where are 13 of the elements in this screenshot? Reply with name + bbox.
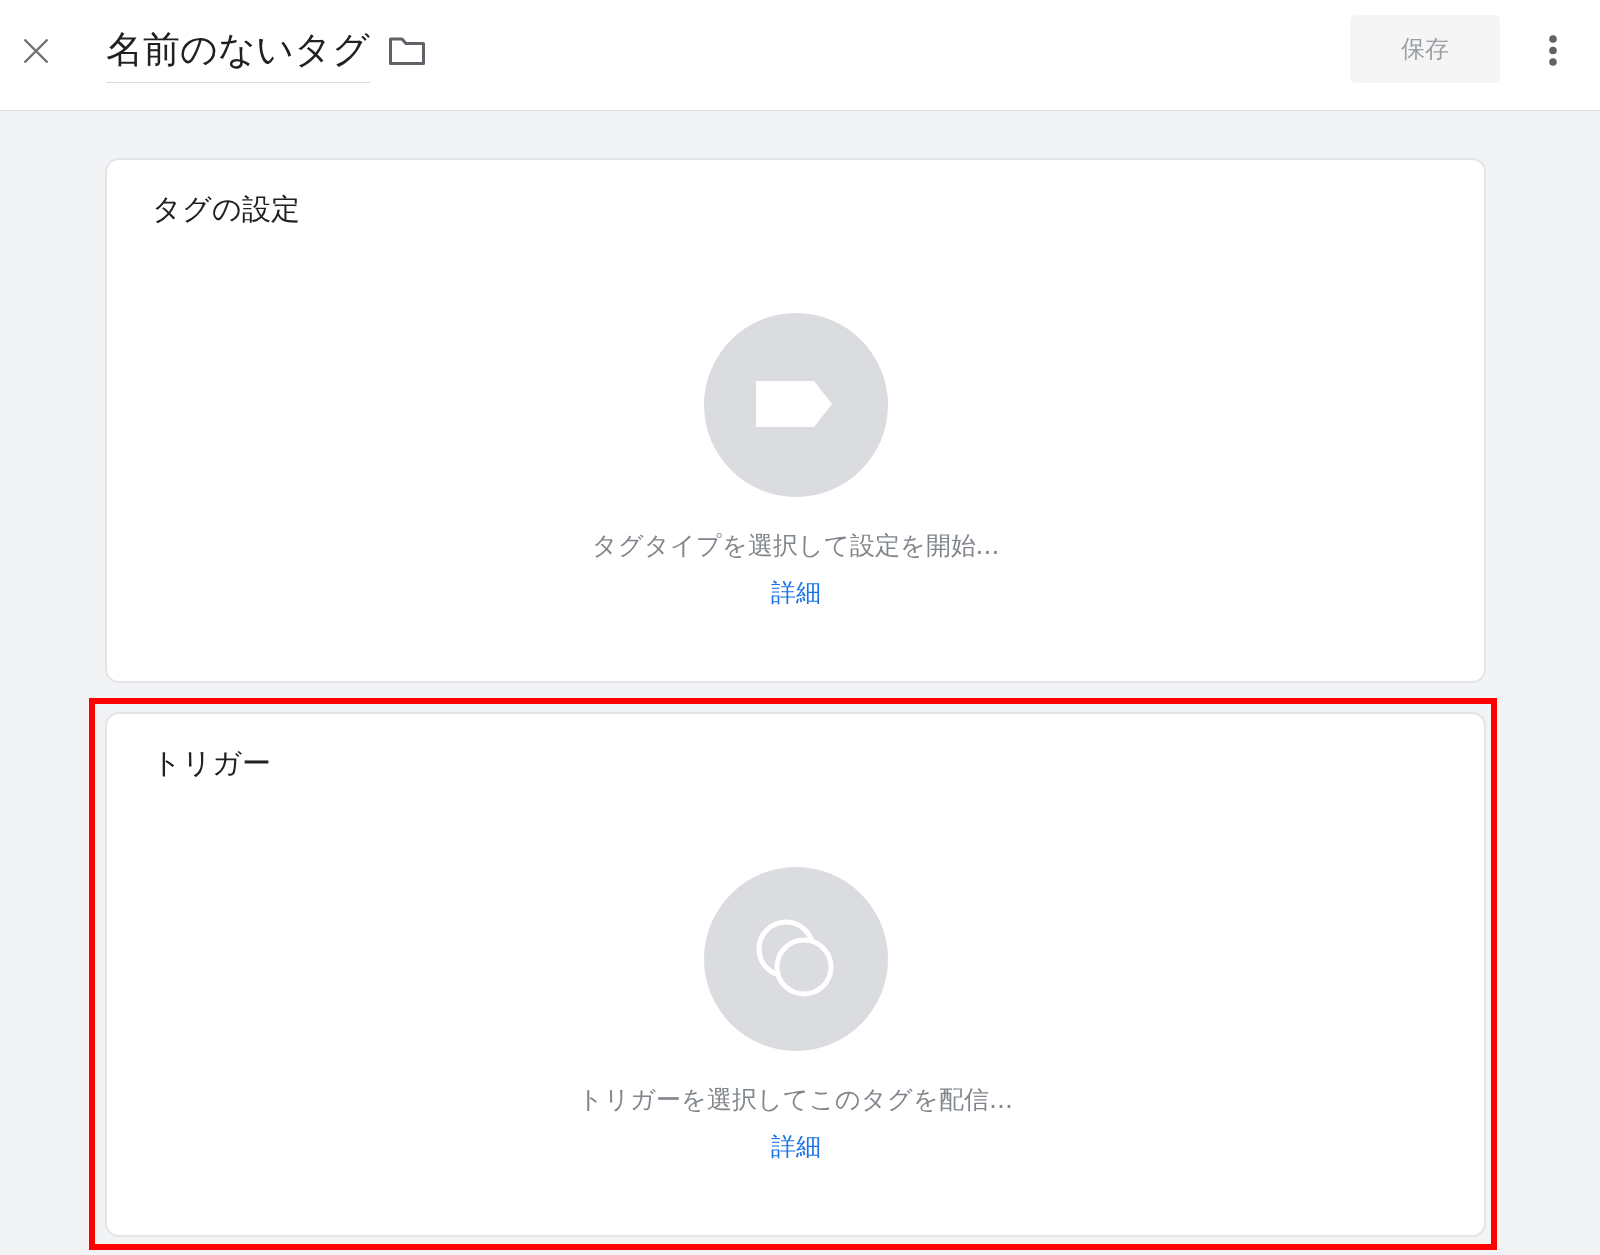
folder-icon bbox=[388, 36, 426, 66]
section-title: トリガー bbox=[152, 745, 271, 781]
section-title: タグの設定 bbox=[152, 191, 300, 227]
empty-state-text: タグタイプを選択して設定を開始... bbox=[591, 530, 1000, 562]
more-vert-icon bbox=[1549, 35, 1557, 66]
close-button[interactable] bbox=[23, 38, 49, 64]
folder-button[interactable] bbox=[388, 36, 426, 66]
empty-state-text: トリガーを選択してこのタグを配信... bbox=[578, 1084, 1013, 1116]
more-options-button[interactable] bbox=[1549, 35, 1557, 66]
details-link[interactable]: 詳細 bbox=[770, 577, 821, 609]
details-link[interactable]: 詳細 bbox=[770, 1131, 821, 1163]
close-icon bbox=[23, 38, 49, 64]
tag-name-field[interactable]: 名前のないタグ bbox=[106, 28, 370, 83]
